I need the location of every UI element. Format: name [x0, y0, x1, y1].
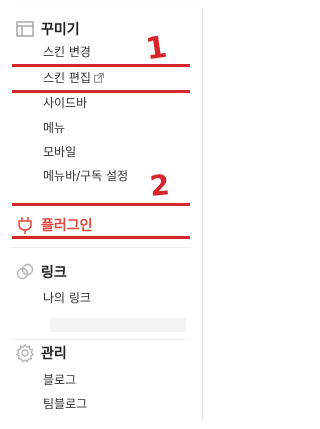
section-divider: [12, 339, 190, 340]
plug-icon: [14, 214, 36, 236]
section-title-plugin: 플러그인: [41, 218, 93, 234]
section-header-manage[interactable]: 관리: [12, 342, 67, 364]
menu-item-skin-edit-label: 스킨 편집: [43, 71, 91, 85]
menu-item-sidebar[interactable]: 사이드바: [43, 96, 87, 110]
gear-icon: [14, 342, 36, 364]
menu-item-team-blog[interactable]: 팀블로그: [43, 397, 87, 411]
menu-item-skin-change[interactable]: 스킨 변경: [43, 45, 91, 59]
external-link-icon: [94, 72, 104, 86]
menu-item-menu[interactable]: 메뉴: [43, 121, 65, 135]
annotation-underline-plugin-top: [12, 203, 190, 206]
layout-icon: [14, 18, 36, 40]
menu-item-blog[interactable]: 블로그: [43, 373, 76, 387]
screenshot-stage: 꾸미기 스킨 변경 스킨 편집 사이드바 메뉴 모바일 메뉴바/구독 설정 플러…: [0, 0, 209, 429]
menu-item-skin-edit[interactable]: 스킨 편집: [43, 71, 104, 86]
section-header-link[interactable]: 링크: [12, 261, 67, 283]
section-header-customize[interactable]: 꾸미기: [12, 18, 80, 40]
blank-row: [50, 318, 186, 332]
menu-item-menubar-subscribe[interactable]: 메뉴바/구독 설정: [43, 169, 128, 183]
annotation-underline-skin-edit: [12, 90, 190, 93]
left-gutter: [0, 0, 12, 429]
section-header-plugin[interactable]: 플러그인: [12, 214, 93, 236]
section-title-link: 링크: [41, 265, 67, 281]
section-divider: [12, 247, 190, 248]
section-title-customize: 꾸미기: [41, 22, 80, 38]
menu-item-mobile[interactable]: 모바일: [43, 145, 76, 159]
annotation-mark-2: 2: [148, 168, 172, 203]
annotation-mark-1: 1: [143, 29, 170, 68]
section-title-manage: 관리: [41, 346, 67, 362]
annotation-underline-plugin-bottom: [12, 236, 190, 239]
link-icon: [14, 261, 36, 283]
menu-item-my-links[interactable]: 나의 링크: [43, 291, 91, 305]
